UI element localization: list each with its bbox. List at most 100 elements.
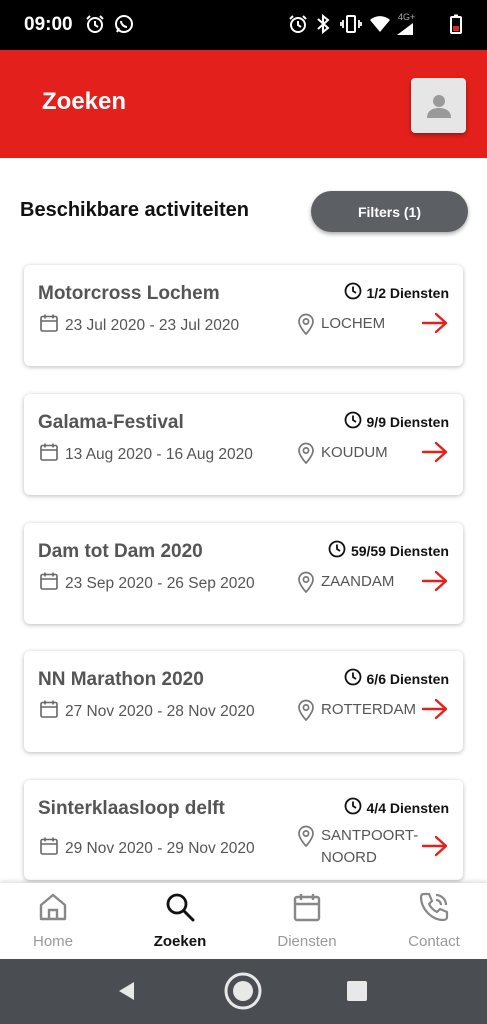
activity-location: LOCHEM bbox=[297, 313, 385, 339]
clock-icon bbox=[328, 540, 346, 561]
vibrate-icon bbox=[340, 12, 362, 36]
activity-services-count: 4/4 Diensten bbox=[366, 799, 449, 816]
clock-icon bbox=[344, 282, 362, 303]
location-line: LOCHEM bbox=[321, 315, 386, 332]
activity-title: Sinterklaasloop delft bbox=[38, 798, 225, 819]
calendar-icon bbox=[39, 313, 59, 338]
location-pin-icon bbox=[297, 313, 315, 339]
activity-location-text: SANTPOORT- NOORD bbox=[321, 825, 418, 869]
activity-services: 59/59 Diensten bbox=[328, 540, 449, 561]
activity-date-range: 23 Jul 2020 - 23 Jul 2020 bbox=[65, 316, 240, 334]
location-pin-icon bbox=[297, 571, 315, 597]
activity-card[interactable]: Sinterklaasloop delft 4/4 Diensten 29 Nov … bbox=[24, 780, 463, 880]
arrow-right-icon[interactable] bbox=[421, 441, 449, 468]
calendar-icon bbox=[39, 699, 59, 724]
nav-diensten-label: Diensten bbox=[277, 933, 337, 950]
avatar[interactable] bbox=[411, 78, 466, 133]
page-title: Zoeken bbox=[42, 88, 127, 115]
bottom-nav: Home Zoeken Diensten Contact bbox=[0, 883, 487, 959]
activity-location: KOUDUM bbox=[297, 442, 388, 468]
whatsapp-icon bbox=[113, 12, 135, 36]
location-pin-icon bbox=[297, 699, 315, 725]
activity-services: 4/4 Diensten bbox=[344, 797, 449, 818]
activity-dates: 23 Jul 2020 - 23 Jul 2020 bbox=[39, 313, 239, 338]
activity-card[interactable]: Galama-Festival 9/9 Diensten 13 Aug 2020 -… bbox=[24, 394, 463, 495]
activity-dates: 13 Aug 2020 - 16 Aug 2020 bbox=[39, 442, 253, 467]
location-pin-icon bbox=[297, 442, 315, 468]
location-line: NOORD bbox=[321, 849, 377, 866]
activity-services-count: 9/9 Diensten bbox=[366, 413, 449, 430]
activity-dates: 23 Sep 2020 - 26 Sep 2020 bbox=[39, 571, 255, 596]
calendar-icon bbox=[39, 571, 59, 596]
clock-icon bbox=[344, 411, 362, 432]
network-type: 4G+ bbox=[398, 11, 416, 22]
alarm-icon bbox=[84, 12, 106, 36]
location-pin-icon bbox=[297, 825, 315, 851]
signal-icon: 4G+ bbox=[396, 12, 422, 36]
nav-search-label: Zoeken bbox=[153, 933, 207, 950]
search-icon bbox=[165, 891, 195, 923]
status-time: 09:00 bbox=[24, 14, 73, 35]
nav-home[interactable]: Home bbox=[3, 883, 103, 959]
arrow-right-icon[interactable] bbox=[421, 570, 449, 597]
phone-icon bbox=[418, 891, 450, 923]
activity-card[interactable]: Motorcross Lochem 1/2 Diensten 23 Jul 2020… bbox=[24, 265, 463, 366]
activity-services: 9/9 Diensten bbox=[344, 411, 449, 432]
activity-services: 6/6 Diensten bbox=[344, 668, 449, 689]
activity-services-count: 6/6 Diensten bbox=[366, 670, 449, 687]
home-circle-icon[interactable] bbox=[222, 971, 264, 1011]
alarm-icon bbox=[287, 12, 309, 36]
system-nav bbox=[0, 959, 487, 1024]
activity-location: ZAANDAM bbox=[297, 571, 394, 597]
battery-icon bbox=[449, 12, 463, 36]
activity-location-text: KOUDUM bbox=[321, 442, 388, 464]
nav-contact-label: Contact bbox=[408, 933, 460, 950]
nav-contact[interactable]: Contact bbox=[384, 883, 484, 959]
activity-services: 1/2 Diensten bbox=[344, 282, 449, 303]
activity-card[interactable]: Dam tot Dam 2020 59/59 Diensten 23 Sep 202… bbox=[24, 523, 463, 624]
calendar-icon bbox=[39, 836, 59, 861]
activity-location: SANTPOORT- NOORD bbox=[297, 825, 418, 869]
location-line: KOUDUM bbox=[321, 444, 388, 461]
activity-dates: 29 Nov 2020 - 29 Nov 2020 bbox=[39, 836, 255, 861]
activity-location: ROTTERDAM bbox=[297, 699, 416, 725]
calendar-icon bbox=[39, 442, 59, 467]
wifi-icon bbox=[368, 12, 392, 36]
recents-icon[interactable] bbox=[344, 971, 370, 1011]
user-icon bbox=[426, 94, 451, 118]
activity-services-count: 1/2 Diensten bbox=[366, 284, 449, 301]
calendar-icon bbox=[292, 891, 322, 923]
activity-date-range: 27 Nov 2020 - 28 Nov 2020 bbox=[65, 702, 255, 720]
nav-search[interactable]: Zoeken bbox=[130, 883, 230, 959]
arrow-right-icon[interactable] bbox=[421, 698, 449, 725]
location-line: ROTTERDAM bbox=[321, 701, 416, 718]
activity-date-range: 23 Sep 2020 - 26 Sep 2020 bbox=[65, 574, 255, 592]
bluetooth-icon bbox=[314, 12, 332, 36]
back-icon[interactable] bbox=[112, 971, 142, 1011]
arrow-right-icon[interactable] bbox=[421, 835, 449, 862]
arrow-right-icon[interactable] bbox=[421, 312, 449, 339]
app-header: Zoeken bbox=[0, 50, 487, 158]
nav-home-label: Home bbox=[32, 933, 73, 950]
clock-icon bbox=[344, 668, 362, 689]
activity-dates: 27 Nov 2020 - 28 Nov 2020 bbox=[39, 699, 255, 724]
activity-location-text: LOCHEM bbox=[321, 313, 385, 335]
activity-title: Galama-Festival bbox=[38, 412, 184, 433]
location-line: SANTPOORT- bbox=[321, 827, 419, 844]
section-title: Beschikbare activiteiten bbox=[20, 199, 249, 221]
nav-diensten[interactable]: Diensten bbox=[257, 883, 357, 959]
home-icon bbox=[38, 891, 68, 923]
activity-date-range: 29 Nov 2020 - 29 Nov 2020 bbox=[65, 839, 255, 857]
location-line: ZAANDAM bbox=[321, 573, 395, 590]
filters-button[interactable]: Filters (1) bbox=[311, 191, 468, 232]
activity-title: NN Marathon 2020 bbox=[38, 669, 204, 690]
activity-location-text: ZAANDAM bbox=[321, 571, 394, 593]
activity-date-range: 13 Aug 2020 - 16 Aug 2020 bbox=[65, 445, 253, 463]
activity-services-count: 59/59 Diensten bbox=[350, 542, 449, 559]
activity-title: Dam tot Dam 2020 bbox=[38, 541, 203, 562]
activity-title: Motorcross Lochem bbox=[38, 283, 220, 304]
activity-location-text: ROTTERDAM bbox=[321, 699, 416, 721]
status-bar: 09:00 4G+ bbox=[0, 0, 487, 50]
clock-icon bbox=[344, 797, 362, 818]
activity-card[interactable]: NN Marathon 2020 6/6 Diensten 27 Nov 2020 … bbox=[24, 651, 463, 752]
